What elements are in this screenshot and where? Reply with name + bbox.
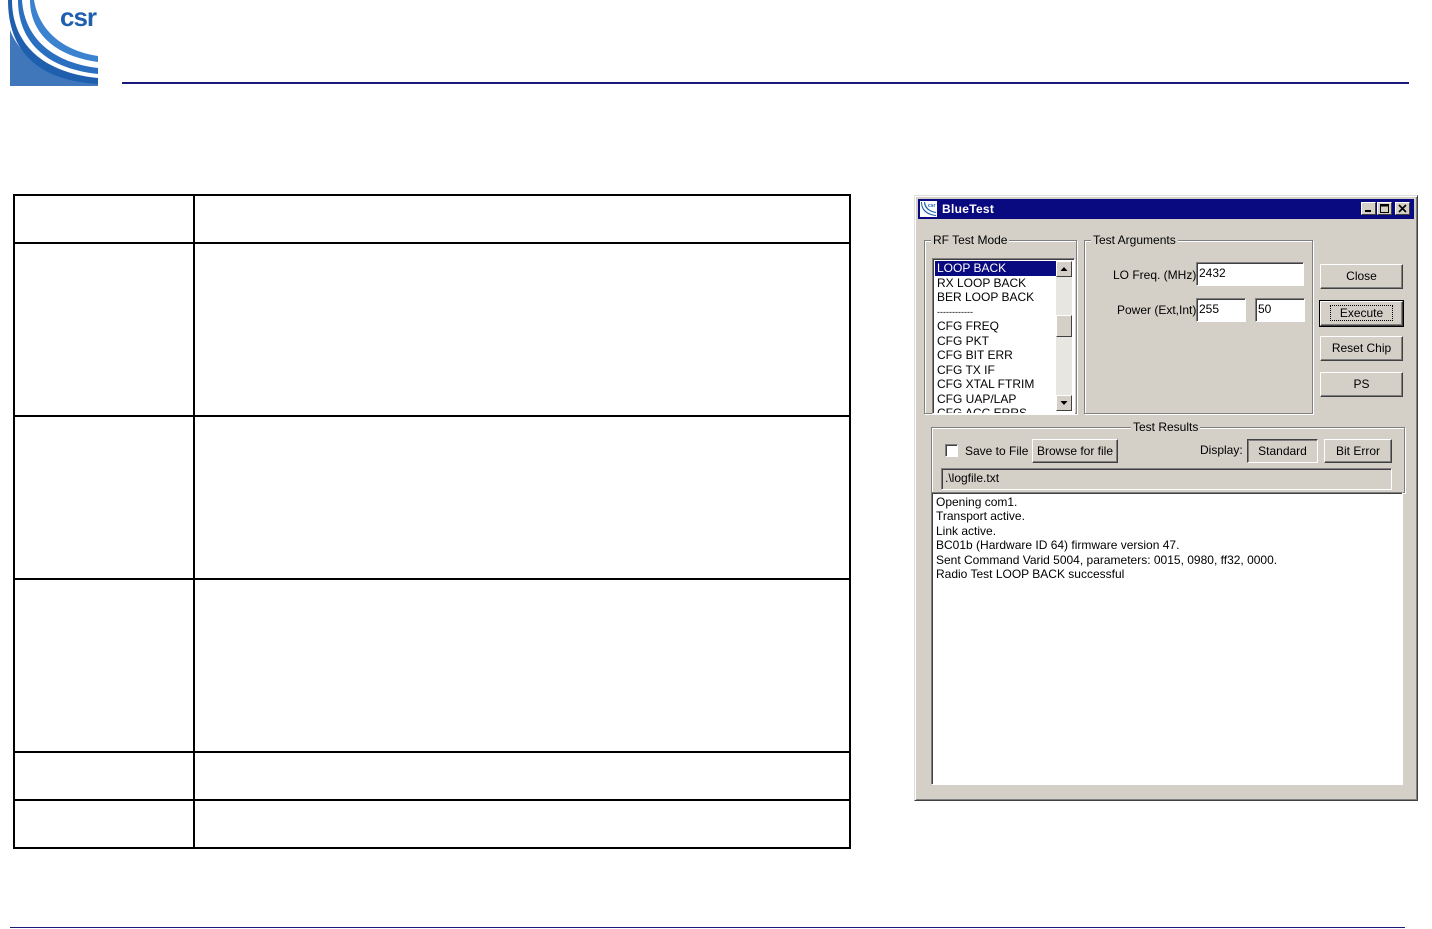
minimize-button[interactable] [1361,202,1376,215]
footer-rule [10,927,1405,928]
reset-chip-button[interactable]: Reset Chip [1320,336,1403,361]
log-line: Sent Command Varid 5004, parameters: 001… [936,552,1278,567]
table-row [13,578,851,753]
power-label: Power (Ext,Int) [1117,303,1197,317]
display-bit-error-button[interactable]: Bit Error [1324,439,1392,463]
list-item[interactable]: CFG BIT ERR [935,348,1056,363]
list-item[interactable]: BER LOOP BACK [935,290,1056,305]
list-item[interactable]: CFG FREQ [935,319,1056,334]
close-icon [1398,204,1407,213]
window-title: BlueTest [942,202,995,216]
table-cell [193,242,851,417]
list-item[interactable]: CFG XTAL FTRIM [935,377,1056,392]
table-row [13,415,851,580]
list-item[interactable]: CFG UAP/LAP [935,392,1056,407]
table-row [13,799,851,849]
table-cell [193,194,851,244]
table-cell [13,751,195,801]
csr-app-icon: csr [920,201,937,217]
list-scrollbar[interactable] [1056,261,1072,411]
log-line: BC01b (Hardware ID 64) firmware version … [936,538,1180,553]
display-standard-button[interactable]: Standard [1247,439,1318,463]
table-cell [193,799,851,849]
save-to-file-label[interactable]: Save to File [965,444,1028,458]
arrow-up-icon [1060,267,1068,271]
log-line: Link active. [936,523,997,538]
svg-text:csr: csr [928,203,936,209]
table-row [13,751,851,801]
list-item[interactable]: ------------ [935,305,1056,320]
table-cell [13,242,195,417]
document-table [13,194,851,849]
table-cell [13,578,195,753]
lo-freq-label: LO Freq. (MHz) [1113,268,1197,282]
test-arguments-label: Test Arguments [1091,233,1178,247]
rf-test-mode-group: RF Test Mode LOOP BACK RX LOOP BACK BER … [924,233,1077,414]
scroll-down-button[interactable] [1056,395,1072,411]
maximize-icon [1380,204,1389,213]
display-label: Display: [1200,443,1243,457]
test-results-label: Test Results [1131,420,1201,434]
title-bar[interactable]: csr BlueTest [918,199,1414,219]
results-log[interactable]: Opening com1. Transport active. Link act… [931,492,1403,785]
close-window-button[interactable] [1395,202,1410,215]
log-line: Radio Test LOOP BACK successful [936,567,1125,582]
power-ext-input[interactable]: 255 [1196,298,1246,322]
log-line: Transport active. [936,509,1025,524]
table-cell [193,751,851,801]
log-line: Opening com1. [936,495,1018,509]
log-path-field[interactable]: .\logfile.txt [941,468,1392,490]
header-rule [122,82,1409,84]
table-cell [193,415,851,580]
scroll-thumb[interactable] [1056,315,1072,337]
power-int-input[interactable]: 50 [1255,298,1305,322]
scroll-up-button[interactable] [1056,261,1072,277]
minimize-icon [1365,210,1371,212]
table-cell [13,194,195,244]
arrow-down-icon [1060,401,1068,405]
execute-button[interactable]: Execute [1319,300,1404,327]
logo-text: csr [60,2,97,32]
table-row [13,242,851,417]
table-cell [13,415,195,580]
maximize-button[interactable] [1377,202,1392,215]
test-results-group: Test Results Save to File Browse for fil… [931,420,1405,493]
rf-test-mode-list[interactable]: LOOP BACK RX LOOP BACK BER LOOP BACK ---… [932,258,1075,414]
rf-test-mode-label: RF Test Mode [931,233,1010,247]
execute-button-label: Execute [1329,305,1394,321]
test-arguments-group: Test Arguments LO Freq. (MHz) 2432 Power… [1084,233,1313,414]
ps-button[interactable]: PS [1320,372,1403,397]
list-item[interactable]: CFG PKT [935,334,1056,349]
table-cell [13,799,195,849]
close-button[interactable]: Close [1320,264,1403,289]
bluetest-dialog: csr BlueTest RF Test Mode LOOP BACK RX L… [914,195,1418,801]
list-item[interactable]: CFG TX IF [935,363,1056,378]
list-item[interactable]: RX LOOP BACK [935,276,1056,291]
table-row [13,194,851,244]
lo-freq-input[interactable]: 2432 [1196,262,1304,286]
browse-for-file-button[interactable]: Browse for file [1032,439,1118,463]
table-cell [193,578,851,753]
list-item[interactable]: LOOP BACK [935,261,1056,276]
list-item[interactable]: CFG ACC ERRS [935,406,1056,413]
save-to-file-checkbox[interactable] [945,444,958,457]
csr-logo: csr [8,0,100,86]
